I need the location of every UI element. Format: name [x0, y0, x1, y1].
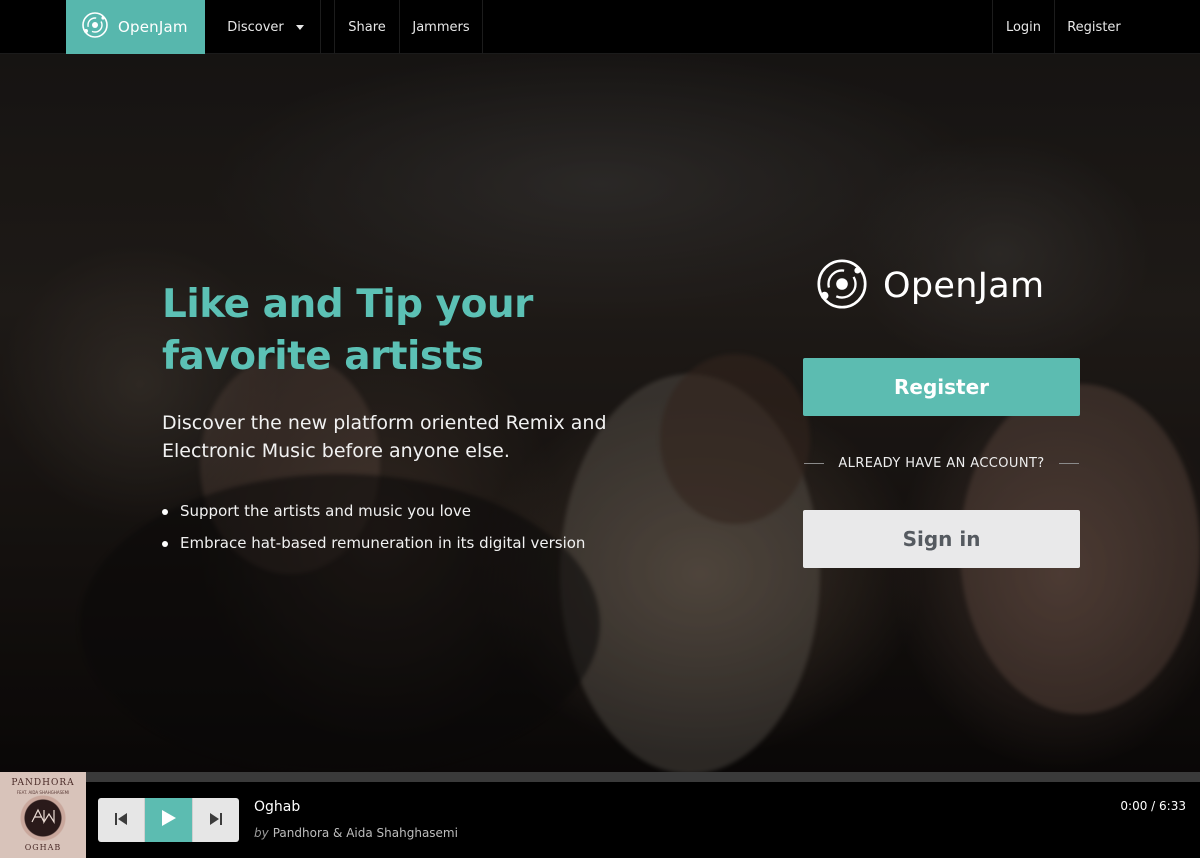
sign-in-button[interactable]: Sign in	[803, 510, 1080, 568]
playback-time: 0:00 / 6:33	[1120, 799, 1186, 813]
auth-panel: OpenJam Register ALREADY HAVE AN ACCOUNT…	[803, 254, 1080, 568]
audio-player: PANDHORA FEAT. AIDA SHAHGHASEMI OGHAB Og…	[0, 772, 1200, 858]
brand-name: OpenJam	[118, 18, 188, 36]
nav-login-label: Login	[1005, 19, 1042, 35]
hero-headline: Like and Tip your favorite artists	[162, 282, 533, 379]
hero-copy: Like and Tip your favorite artists Disco…	[162, 279, 682, 559]
divider-line	[804, 462, 825, 464]
play-button[interactable]	[145, 798, 192, 842]
previous-button[interactable]	[98, 798, 145, 842]
nav-register[interactable]: Register	[1055, 0, 1133, 54]
cover-artist: PANDHORA	[11, 778, 75, 788]
auth-logo: OpenJam	[813, 254, 1080, 318]
nav-login[interactable]: Login	[992, 0, 1055, 54]
nav-jammers-label: Jammers	[412, 19, 470, 35]
nav-share[interactable]: Share	[334, 0, 400, 54]
top-navbar: OpenJam Discover Share Jammers Login Reg…	[0, 0, 1200, 54]
register-button[interactable]: Register	[803, 358, 1080, 416]
openjam-logo-icon	[813, 255, 871, 317]
account-divider: ALREADY HAVE AN ACCOUNT?	[803, 416, 1080, 510]
track-title[interactable]: Oghab	[254, 799, 300, 815]
already-have-account-text: ALREADY HAVE AN ACCOUNT?	[838, 455, 1045, 471]
nav-register-label: Register	[1067, 19, 1121, 35]
openjam-logo-icon	[80, 10, 110, 44]
album-cover: PANDHORA FEAT. AIDA SHAHGHASEMI OGHAB	[0, 772, 86, 858]
next-button[interactable]	[192, 798, 239, 842]
next-icon	[209, 811, 223, 830]
feature-item: Embrace hat-based remuneration in its di…	[162, 527, 682, 559]
brand-logo-link[interactable]: OpenJam	[66, 0, 205, 54]
chevron-down-icon	[295, 25, 304, 30]
crowd-background	[660, 354, 810, 524]
hero-subline: Discover the new platform oriented Remix…	[162, 412, 607, 462]
nav-share-label: Share	[348, 19, 386, 35]
hero-section: Like and Tip your favorite artists Disco…	[0, 54, 1200, 772]
playback-controls	[98, 798, 239, 842]
play-icon	[161, 809, 177, 831]
previous-icon	[114, 811, 128, 830]
cover-title: OGHAB	[24, 843, 62, 852]
nav-jammers[interactable]: Jammers	[400, 0, 483, 54]
player-background	[86, 782, 1200, 858]
auth-logo-text: OpenJam	[883, 266, 1045, 306]
by-label: by	[254, 826, 269, 840]
nav-discover-label: Discover	[227, 19, 284, 35]
track-artist: by Pandhora & Aida Shahghasemi	[254, 826, 458, 840]
track-artists-link[interactable]: Pandhora & Aida Shahghasemi	[273, 826, 458, 840]
divider-line	[1058, 462, 1079, 464]
nav-discover[interactable]: Discover	[221, 0, 321, 54]
cover-feat: FEAT. AIDA SHAHGHASEMI	[16, 790, 70, 795]
feature-item: Support the artists and music you love	[162, 495, 682, 527]
feature-list: Support the artists and music you love E…	[162, 495, 682, 559]
cover-monogram-icon	[30, 808, 56, 827]
